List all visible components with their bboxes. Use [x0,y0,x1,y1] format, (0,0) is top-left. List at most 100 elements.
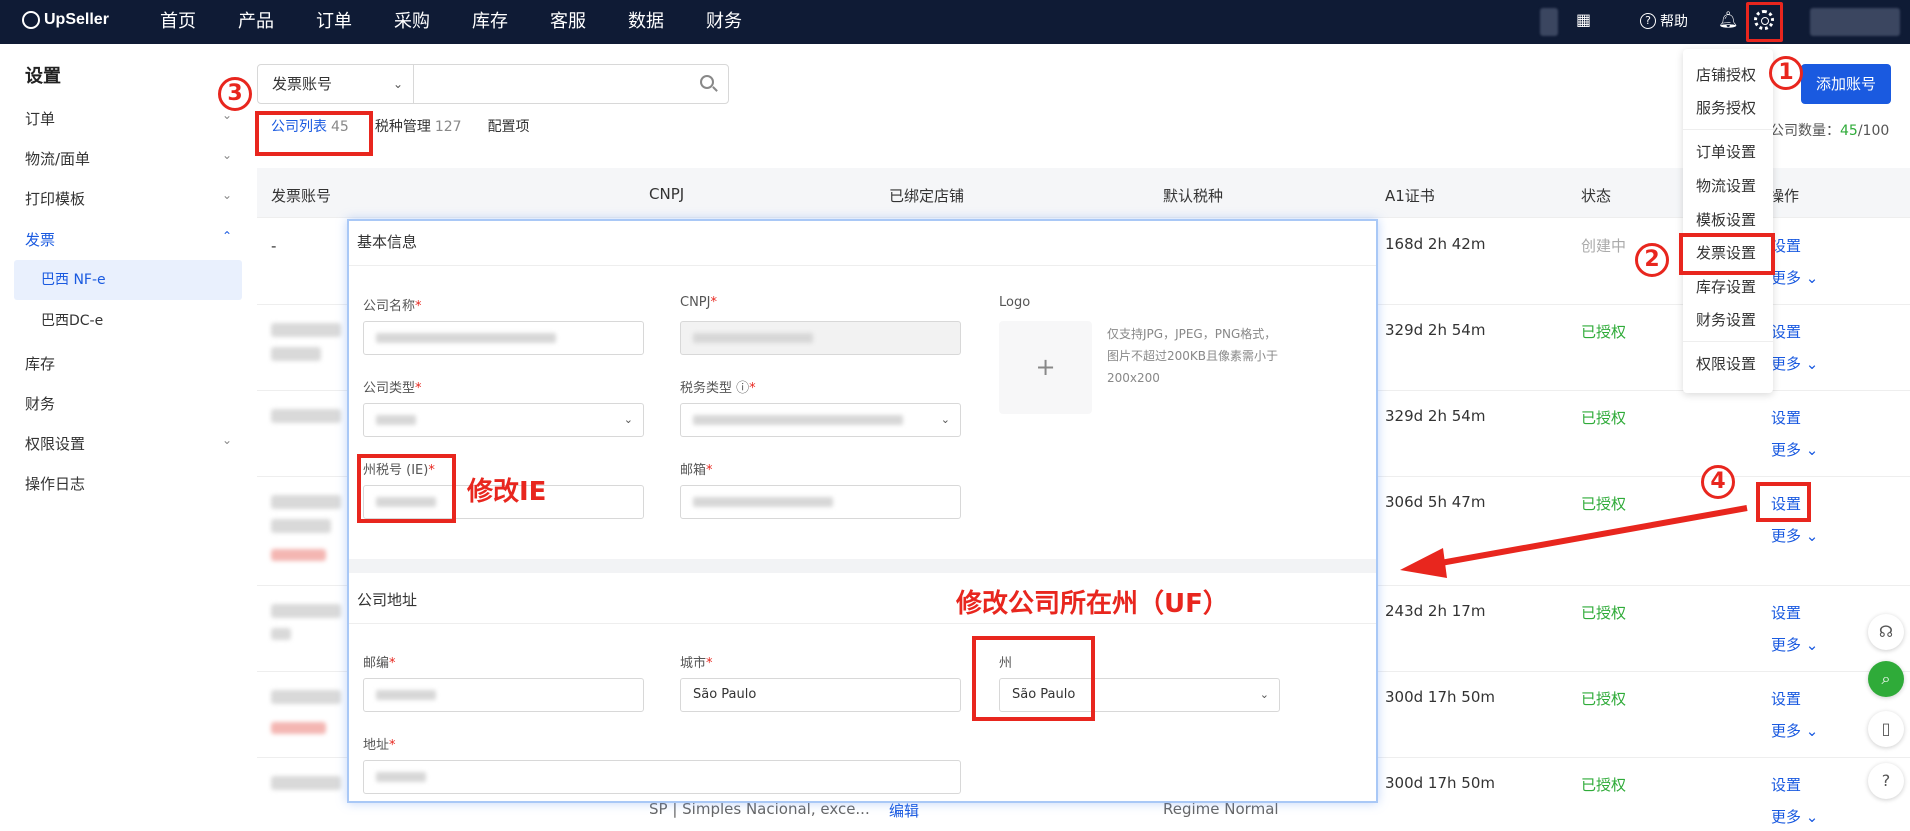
sidebar-item-finance[interactable]: 财务 [25,393,240,414]
email-field[interactable] [680,485,961,519]
settings-link[interactable]: 设置 [1771,407,1801,428]
menu-item-shop-auth[interactable]: 店铺授权 [1696,64,1756,85]
chevron-down-icon: ⌄ [392,77,403,91]
chevron-down-icon: ⌄ [623,413,633,426]
search-icon[interactable] [700,75,714,89]
sidebar-item-print-templates[interactable]: 打印模板 ⌄ [25,188,240,209]
cell-cert: 168d 2h 42m [1385,235,1486,253]
sidebar-item-inventory[interactable]: 库存 [25,353,240,374]
arrow-head [1400,548,1447,578]
chevron-down-icon: ⌄ [1805,527,1819,545]
bell-icon[interactable]: 🔔︎ [1718,10,1738,29]
address-label: 地址* [363,734,396,753]
help-button[interactable]: ? 帮助 [1640,11,1688,31]
sidebar-subitem-brazil-nfe[interactable]: 巴西 NF-e [14,260,242,300]
company-count-used: 45 [1840,123,1858,139]
more-dropdown[interactable]: 更多 ⌄ [1771,353,1818,374]
settings-link[interactable]: 设置 [1771,688,1801,709]
sidebar-item-permissions[interactable]: 权限设置 ⌄ [25,433,240,454]
logo-hint: 仅支持JPG，JPEG，PNG格式，图片不超过200KB且像素需小于 200x2… [1107,327,1279,385]
edit-link[interactable]: 编辑 [889,800,919,821]
sidebar-item-invoice[interactable]: 发票 ⌃ [25,229,240,250]
add-account-button[interactable]: 添加账号 [1801,64,1891,104]
menu-item-permission-settings[interactable]: 权限设置 [1696,353,1756,374]
upseller-logo[interactable]: UpSeller [22,11,109,29]
more-label: 更多 [1771,269,1802,287]
company-type-select[interactable]: ⌄ [363,403,644,437]
menu-item-template-settings[interactable]: 模板设置 [1696,209,1756,230]
company-count-label: 公司数量： [1770,123,1840,139]
blurred-value [693,415,903,425]
tab-tax-management[interactable]: 税种管理 127 [375,116,462,136]
blurred-value [376,415,416,425]
sidebar-item-label: 发票 [25,231,56,249]
more-dropdown[interactable]: 更多 ⌄ [1771,806,1818,827]
company-count: 公司数量：45/100 [1770,120,1889,140]
nav-data[interactable]: 数据 [628,0,664,44]
status-badge: 已授权 [1581,690,1627,708]
required-mark: * [706,463,713,478]
search-input[interactable] [413,64,729,104]
settings-link[interactable]: 设置 [1771,602,1801,623]
menu-item-order-settings[interactable]: 订单设置 [1696,141,1756,162]
tab-config-items[interactable]: 配置项 [488,116,530,136]
annotation-box-invoice-settings [1679,233,1775,275]
th-a1-cert: A1证书 [1385,187,1435,205]
arrow-shaft [1434,505,1748,567]
status-badge: 已授权 [1581,323,1627,341]
blurred-value [376,772,426,782]
nav-finance[interactable]: 财务 [706,0,742,44]
apps-grid-icon[interactable]: ▦ [1576,10,1591,29]
headset-icon[interactable]: ☊ [1868,614,1904,650]
nav-purchase[interactable]: 采购 [394,0,430,44]
logo-upload-button[interactable]: + [999,321,1092,414]
sidebar-item-logistics[interactable]: 物流/面单 ⌄ [25,148,240,169]
address-field[interactable] [363,760,961,794]
cell-cert: 329d 2h 54m [1385,407,1486,425]
sidebar-item-orders[interactable]: 订单 ⌄ [25,108,240,129]
nav-customer-service[interactable]: 客服 [550,0,586,44]
chevron-down-icon: ⌄ [1805,636,1819,654]
sidebar-subitem-brazil-dce[interactable]: 巴西DC-e [14,301,242,341]
settings-link[interactable]: 设置 [1771,235,1801,256]
sidebar-item-label: 权限设置 [25,435,86,453]
mobile-icon[interactable]: ▯ [1868,711,1904,747]
sidebar-item-operation-log[interactable]: 操作日志 [25,473,240,494]
th-status: 状态 [1581,187,1612,205]
menu-item-service-auth[interactable]: 服务授权 [1696,97,1756,118]
company-name-field[interactable] [363,321,644,355]
search-float-icon[interactable]: ⌕ [1868,661,1904,697]
menu-divider [1683,341,1773,342]
nav-inventory[interactable]: 库存 [472,0,508,44]
zip-field[interactable] [363,678,644,712]
more-dropdown[interactable]: 更多 ⌄ [1771,525,1818,546]
menu-item-finance-settings[interactable]: 财务设置 [1696,309,1756,330]
city-value: São Paulo [693,687,757,702]
nav-home[interactable]: 首页 [160,0,196,44]
cnpj-label: CNPJ* [680,295,717,310]
filter-select-value: 发票账号 [272,75,333,93]
upseller-logo-icon [22,11,40,29]
settings-link[interactable]: 设置 [1771,321,1801,342]
more-dropdown[interactable]: 更多 ⌄ [1771,720,1818,741]
menu-item-logistics-settings[interactable]: 物流设置 [1696,175,1756,196]
th-bound-shops: 已绑定店铺 [889,187,965,205]
menu-item-inventory-settings[interactable]: 库存设置 [1696,276,1756,297]
section-divider [349,265,1376,266]
more-dropdown[interactable]: 更多 ⌄ [1771,439,1818,460]
nav-orders[interactable]: 订单 [316,0,352,44]
tax-type-select[interactable]: ⌄ [680,403,961,437]
more-dropdown[interactable]: 更多 ⌄ [1771,634,1818,655]
chevron-down-icon: ⌄ [221,188,232,202]
city-field[interactable]: São Paulo [680,678,961,712]
settings-link[interactable]: 设置 [1771,774,1801,795]
account-filter-select[interactable]: 发票账号 ⌄ [257,64,414,104]
label-text: 公司类型 [363,381,416,396]
more-dropdown[interactable]: 更多 ⌄ [1771,267,1818,288]
help-float-icon[interactable]: ? [1868,763,1904,799]
cell-cert: 329d 2h 54m [1385,321,1486,339]
annotation-arrow [1400,505,1748,578]
chevron-down-icon: ⌄ [221,433,232,447]
nav-products[interactable]: 产品 [238,0,274,44]
annotation-box-gear [1746,2,1783,42]
